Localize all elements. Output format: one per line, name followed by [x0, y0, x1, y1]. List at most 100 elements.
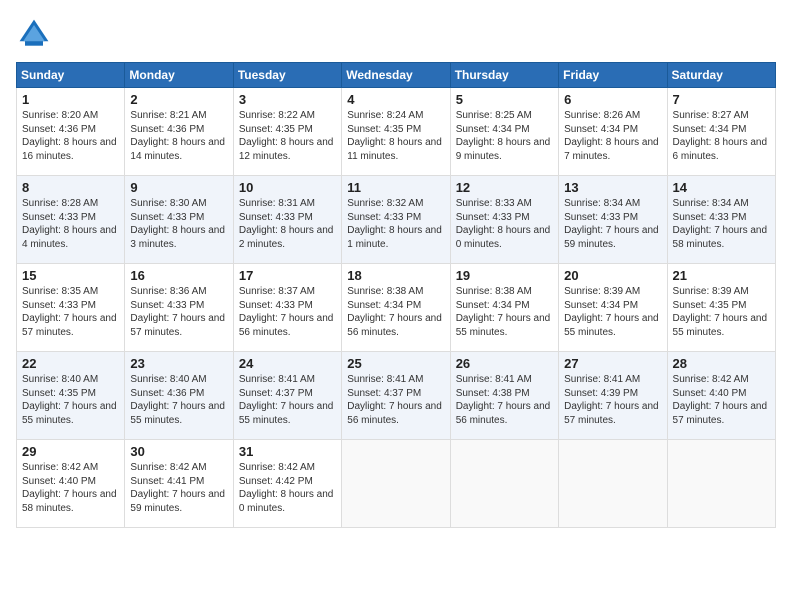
- day-number: 6: [564, 92, 661, 107]
- logo-icon: [16, 16, 52, 52]
- day-info: Sunrise: 8:39 AM Sunset: 4:34 PM Dayligh…: [564, 285, 661, 339]
- calendar-cell: 16 Sunrise: 8:36 AM Sunset: 4:33 PM Dayl…: [125, 264, 233, 352]
- calendar-week-3: 15 Sunrise: 8:35 AM Sunset: 4:33 PM Dayl…: [17, 264, 776, 352]
- calendar-cell: 4 Sunrise: 8:24 AM Sunset: 4:35 PM Dayli…: [342, 88, 450, 176]
- day-number: 7: [673, 92, 770, 107]
- calendar-cell: 13 Sunrise: 8:34 AM Sunset: 4:33 PM Dayl…: [559, 176, 667, 264]
- day-number: 21: [673, 268, 770, 283]
- calendar-cell: 14 Sunrise: 8:34 AM Sunset: 4:33 PM Dayl…: [667, 176, 775, 264]
- day-number: 5: [456, 92, 553, 107]
- calendar-cell: 11 Sunrise: 8:32 AM Sunset: 4:33 PM Dayl…: [342, 176, 450, 264]
- calendar-cell: 7 Sunrise: 8:27 AM Sunset: 4:34 PM Dayli…: [667, 88, 775, 176]
- calendar-cell: 10 Sunrise: 8:31 AM Sunset: 4:33 PM Dayl…: [233, 176, 341, 264]
- day-info: Sunrise: 8:21 AM Sunset: 4:36 PM Dayligh…: [130, 109, 227, 163]
- day-info: Sunrise: 8:24 AM Sunset: 4:35 PM Dayligh…: [347, 109, 444, 163]
- calendar-cell: 18 Sunrise: 8:38 AM Sunset: 4:34 PM Dayl…: [342, 264, 450, 352]
- calendar-cell: 30 Sunrise: 8:42 AM Sunset: 4:41 PM Dayl…: [125, 440, 233, 528]
- calendar-cell: 1 Sunrise: 8:20 AM Sunset: 4:36 PM Dayli…: [17, 88, 125, 176]
- calendar-week-5: 29 Sunrise: 8:42 AM Sunset: 4:40 PM Dayl…: [17, 440, 776, 528]
- day-info: Sunrise: 8:32 AM Sunset: 4:33 PM Dayligh…: [347, 197, 444, 251]
- day-info: Sunrise: 8:31 AM Sunset: 4:33 PM Dayligh…: [239, 197, 336, 251]
- day-info: Sunrise: 8:40 AM Sunset: 4:36 PM Dayligh…: [130, 373, 227, 427]
- calendar-header-row: SundayMondayTuesdayWednesdayThursdayFrid…: [17, 63, 776, 88]
- calendar-cell: 29 Sunrise: 8:42 AM Sunset: 4:40 PM Dayl…: [17, 440, 125, 528]
- calendar-cell: 9 Sunrise: 8:30 AM Sunset: 4:33 PM Dayli…: [125, 176, 233, 264]
- calendar-cell: 21 Sunrise: 8:39 AM Sunset: 4:35 PM Dayl…: [667, 264, 775, 352]
- day-number: 25: [347, 356, 444, 371]
- page: SundayMondayTuesdayWednesdayThursdayFrid…: [0, 0, 792, 612]
- day-number: 19: [456, 268, 553, 283]
- day-number: 22: [22, 356, 119, 371]
- day-number: 31: [239, 444, 336, 459]
- calendar-week-4: 22 Sunrise: 8:40 AM Sunset: 4:35 PM Dayl…: [17, 352, 776, 440]
- day-info: Sunrise: 8:38 AM Sunset: 4:34 PM Dayligh…: [456, 285, 553, 339]
- day-number: 26: [456, 356, 553, 371]
- calendar-cell: 2 Sunrise: 8:21 AM Sunset: 4:36 PM Dayli…: [125, 88, 233, 176]
- calendar-cell: 25 Sunrise: 8:41 AM Sunset: 4:37 PM Dayl…: [342, 352, 450, 440]
- day-number: 9: [130, 180, 227, 195]
- calendar-cell: 12 Sunrise: 8:33 AM Sunset: 4:33 PM Dayl…: [450, 176, 558, 264]
- day-number: 24: [239, 356, 336, 371]
- calendar-cell: 27 Sunrise: 8:41 AM Sunset: 4:39 PM Dayl…: [559, 352, 667, 440]
- calendar-header-tuesday: Tuesday: [233, 63, 341, 88]
- calendar-cell: 5 Sunrise: 8:25 AM Sunset: 4:34 PM Dayli…: [450, 88, 558, 176]
- calendar-week-1: 1 Sunrise: 8:20 AM Sunset: 4:36 PM Dayli…: [17, 88, 776, 176]
- day-number: 13: [564, 180, 661, 195]
- day-info: Sunrise: 8:35 AM Sunset: 4:33 PM Dayligh…: [22, 285, 119, 339]
- day-number: 2: [130, 92, 227, 107]
- day-info: Sunrise: 8:25 AM Sunset: 4:34 PM Dayligh…: [456, 109, 553, 163]
- calendar-cell: 22 Sunrise: 8:40 AM Sunset: 4:35 PM Dayl…: [17, 352, 125, 440]
- calendar-cell: 3 Sunrise: 8:22 AM Sunset: 4:35 PM Dayli…: [233, 88, 341, 176]
- calendar-cell: 15 Sunrise: 8:35 AM Sunset: 4:33 PM Dayl…: [17, 264, 125, 352]
- calendar-cell: 17 Sunrise: 8:37 AM Sunset: 4:33 PM Dayl…: [233, 264, 341, 352]
- calendar-cell: [559, 440, 667, 528]
- day-info: Sunrise: 8:42 AM Sunset: 4:41 PM Dayligh…: [130, 461, 227, 515]
- day-number: 11: [347, 180, 444, 195]
- day-number: 30: [130, 444, 227, 459]
- day-info: Sunrise: 8:33 AM Sunset: 4:33 PM Dayligh…: [456, 197, 553, 251]
- day-info: Sunrise: 8:42 AM Sunset: 4:40 PM Dayligh…: [22, 461, 119, 515]
- day-number: 23: [130, 356, 227, 371]
- calendar-cell: 31 Sunrise: 8:42 AM Sunset: 4:42 PM Dayl…: [233, 440, 341, 528]
- day-info: Sunrise: 8:40 AM Sunset: 4:35 PM Dayligh…: [22, 373, 119, 427]
- day-number: 1: [22, 92, 119, 107]
- calendar-cell: 19 Sunrise: 8:38 AM Sunset: 4:34 PM Dayl…: [450, 264, 558, 352]
- calendar-cell: [450, 440, 558, 528]
- day-number: 27: [564, 356, 661, 371]
- day-number: 8: [22, 180, 119, 195]
- day-info: Sunrise: 8:22 AM Sunset: 4:35 PM Dayligh…: [239, 109, 336, 163]
- day-number: 14: [673, 180, 770, 195]
- calendar-cell: 24 Sunrise: 8:41 AM Sunset: 4:37 PM Dayl…: [233, 352, 341, 440]
- day-info: Sunrise: 8:36 AM Sunset: 4:33 PM Dayligh…: [130, 285, 227, 339]
- day-info: Sunrise: 8:38 AM Sunset: 4:34 PM Dayligh…: [347, 285, 444, 339]
- day-number: 28: [673, 356, 770, 371]
- day-number: 16: [130, 268, 227, 283]
- day-number: 12: [456, 180, 553, 195]
- day-number: 29: [22, 444, 119, 459]
- day-number: 3: [239, 92, 336, 107]
- day-info: Sunrise: 8:26 AM Sunset: 4:34 PM Dayligh…: [564, 109, 661, 163]
- day-info: Sunrise: 8:41 AM Sunset: 4:37 PM Dayligh…: [347, 373, 444, 427]
- calendar-cell: [667, 440, 775, 528]
- calendar-header-wednesday: Wednesday: [342, 63, 450, 88]
- day-number: 20: [564, 268, 661, 283]
- day-info: Sunrise: 8:34 AM Sunset: 4:33 PM Dayligh…: [564, 197, 661, 251]
- calendar-table: SundayMondayTuesdayWednesdayThursdayFrid…: [16, 62, 776, 528]
- calendar-cell: 6 Sunrise: 8:26 AM Sunset: 4:34 PM Dayli…: [559, 88, 667, 176]
- day-info: Sunrise: 8:41 AM Sunset: 4:39 PM Dayligh…: [564, 373, 661, 427]
- calendar-cell: [342, 440, 450, 528]
- day-number: 17: [239, 268, 336, 283]
- day-info: Sunrise: 8:27 AM Sunset: 4:34 PM Dayligh…: [673, 109, 770, 163]
- header: [16, 16, 776, 52]
- calendar-header-sunday: Sunday: [17, 63, 125, 88]
- day-info: Sunrise: 8:34 AM Sunset: 4:33 PM Dayligh…: [673, 197, 770, 251]
- calendar-cell: 26 Sunrise: 8:41 AM Sunset: 4:38 PM Dayl…: [450, 352, 558, 440]
- day-info: Sunrise: 8:42 AM Sunset: 4:42 PM Dayligh…: [239, 461, 336, 515]
- day-info: Sunrise: 8:42 AM Sunset: 4:40 PM Dayligh…: [673, 373, 770, 427]
- day-info: Sunrise: 8:41 AM Sunset: 4:37 PM Dayligh…: [239, 373, 336, 427]
- day-number: 15: [22, 268, 119, 283]
- day-info: Sunrise: 8:37 AM Sunset: 4:33 PM Dayligh…: [239, 285, 336, 339]
- day-info: Sunrise: 8:20 AM Sunset: 4:36 PM Dayligh…: [22, 109, 119, 163]
- calendar-cell: 8 Sunrise: 8:28 AM Sunset: 4:33 PM Dayli…: [17, 176, 125, 264]
- logo: [16, 16, 56, 52]
